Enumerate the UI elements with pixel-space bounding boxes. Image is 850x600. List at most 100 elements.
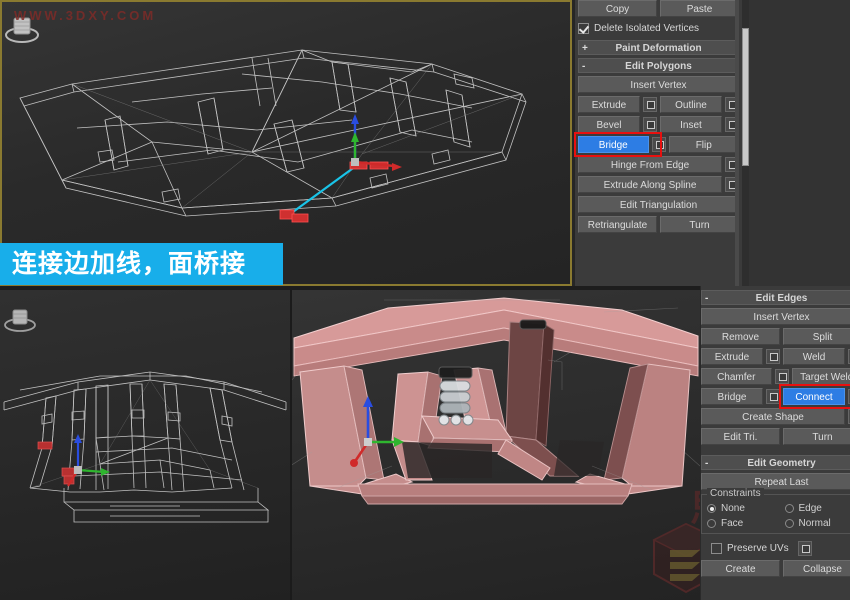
turn-button[interactable]: Turn (660, 216, 739, 233)
constraint-none-radio[interactable]: None (707, 503, 779, 514)
constraint-edge-label: Edge (798, 503, 822, 514)
checkbox-icon (711, 542, 722, 554)
flip-button[interactable]: Flip (668, 136, 739, 153)
radio-icon (784, 504, 794, 513)
radio-icon (784, 519, 794, 528)
extrude-along-spline-button[interactable]: Extrude Along Spline (578, 176, 722, 193)
tutorial-caption-banner: 连接边加线，面桥接 (0, 243, 283, 285)
extrude-outline-row: Extrude Outline (578, 96, 739, 113)
rollout-edit-polygons: - Edit Polygons Insert Vertex Extrude Ou… (574, 58, 739, 233)
radio-icon (707, 519, 716, 528)
constraints-label: Constraints (707, 488, 764, 499)
edit-geometry-title: Edit Geometry (747, 458, 816, 469)
edit-polygons-title: Edit Polygons (625, 61, 692, 72)
create-collapse-row: Create Collapse (701, 560, 850, 577)
collapse-icon: - (582, 61, 586, 72)
constraint-normal-label: Normal (798, 518, 831, 529)
edit-edges-header[interactable]: - Edit Edges (701, 290, 850, 305)
edit-triangulation-button[interactable]: Edit Triangulation (578, 196, 739, 213)
delete-isolated-vertices-label: Delete Isolated Vertices (594, 22, 700, 34)
preserve-uvs-settings-icon[interactable] (797, 540, 812, 556)
constraint-normal-radio[interactable]: Normal (784, 518, 850, 529)
constraint-face-radio[interactable]: Face (707, 518, 779, 529)
turn-button[interactable]: Turn (783, 428, 850, 445)
paste-button[interactable]: Paste (660, 0, 739, 17)
watermark-3dxy: WWW.3DXY.COM (14, 8, 157, 23)
extrude-weld-row: Extrude Weld (701, 348, 850, 365)
rollout-edit-vertices-tail: Copy Paste Delete Isolated Vertices (578, 0, 739, 36)
split-button[interactable]: Split (783, 328, 850, 345)
expand-icon: + (582, 43, 588, 54)
bridge-button[interactable]: Bridge (701, 388, 763, 405)
panel-edge (735, 0, 739, 286)
constraint-none-label: None (721, 503, 745, 514)
remove-button[interactable]: Remove (701, 328, 780, 345)
shaded-model-svg (292, 297, 700, 505)
chamfer-button[interactable]: Chamfer (701, 368, 772, 385)
rollout-edit-edges: - Edit Edges Insert Vertex Remove Split … (701, 286, 850, 445)
hinge-from-edge-button[interactable]: Hinge From Edge (578, 156, 722, 173)
copy-paste-row: Copy Paste (578, 0, 739, 17)
collapse-icon: - (705, 458, 709, 469)
edit-geometry-header[interactable]: - Edit Geometry (701, 455, 850, 470)
panel-background-right (742, 0, 850, 286)
outline-button[interactable]: Outline (660, 96, 722, 113)
bevel-inset-row: Bevel Inset (578, 116, 739, 133)
retriangulate-turn-row: Retriangulate Turn (578, 216, 739, 233)
inset-button[interactable]: Inset (660, 116, 722, 133)
delete-isolated-vertices-checkbox[interactable]: Delete Isolated Vertices (578, 20, 739, 36)
copy-button[interactable]: Copy (578, 0, 657, 17)
insert-vertex-button[interactable]: Insert Vertex (578, 76, 739, 93)
bridge-connect-row: Bridge Connect (701, 384, 850, 409)
extrude-button[interactable]: Extrude (701, 348, 763, 365)
bridge-flip-row: Bridge Flip (574, 132, 739, 157)
collapse-button[interactable]: Collapse (783, 560, 850, 577)
view-gizmo-icon[interactable] (0, 302, 40, 336)
extrude-settings-icon[interactable] (766, 349, 780, 364)
chamfer-target-weld-row: Chamfer Target Weld (701, 368, 850, 385)
constraints-group: Constraints None Edge Face Normal (701, 488, 850, 534)
constraints-radio-grid: None Edge Face Normal (707, 503, 850, 529)
insert-vertex-button[interactable]: Insert Vertex (701, 308, 850, 325)
bridge-button[interactable]: Bridge (578, 136, 649, 153)
remove-split-row: Remove Split (701, 328, 850, 345)
retriangulate-button[interactable]: Retriangulate (578, 216, 657, 233)
checkbox-icon (578, 22, 589, 34)
target-weld-button[interactable]: Target Weld (791, 368, 850, 385)
rollout-paint-deformation: + Paint Deformation (578, 40, 739, 55)
hinge-from-edge-row: Hinge From Edge (578, 156, 739, 173)
preserve-uvs-checkbox[interactable]: Preserve UVs (701, 540, 850, 556)
scrollbar-thumb[interactable] (742, 28, 749, 166)
preserve-uvs-label: Preserve UVs (727, 542, 789, 554)
edit-polygons-header[interactable]: - Edit Polygons (578, 58, 739, 73)
wireframe-front-svg (3, 371, 287, 523)
edit-tri-button[interactable]: Edit Tri. (701, 428, 780, 445)
weld-button[interactable]: Weld (783, 348, 845, 365)
edit-edges-title: Edit Edges (755, 293, 808, 304)
chamfer-settings-icon[interactable] (774, 369, 789, 384)
collapse-icon: - (705, 293, 709, 304)
paint-deformation-header[interactable]: + Paint Deformation (578, 40, 739, 55)
bevel-button[interactable]: Bevel (578, 116, 640, 133)
edit-tri-turn-row: Edit Tri. Turn (701, 428, 850, 445)
command-panel-top: Copy Paste Delete Isolated Vertices + Pa… (574, 0, 742, 286)
extrude-button[interactable]: Extrude (578, 96, 640, 113)
create-shape-row: Create Shape (701, 408, 850, 425)
app-window: 连接边加线，面桥接 WWW.3DXY.COM 思缘设计论坛 WWW.MISSYU… (0, 0, 850, 600)
extrude-settings-icon[interactable] (643, 97, 657, 112)
extrude-along-spline-row: Extrude Along Spline (578, 176, 739, 193)
bridge-settings-icon[interactable] (766, 389, 780, 404)
rollout-edit-geometry: - Edit Geometry Repeat Last Constraints … (701, 455, 850, 577)
constraint-edge-radio[interactable]: Edge (784, 503, 850, 514)
create-button[interactable]: Create (701, 560, 780, 577)
command-panel-bottom: - Edit Edges Insert Vertex Remove Split … (700, 286, 850, 600)
bridge-settings-icon[interactable] (651, 137, 666, 152)
connect-button[interactable]: Connect (783, 388, 845, 405)
constraint-face-label: Face (721, 518, 744, 529)
viewport-front-wireframe[interactable] (0, 290, 290, 600)
bevel-settings-icon[interactable] (643, 117, 657, 132)
viewport-perspective-shaded[interactable] (292, 290, 700, 600)
create-shape-button[interactable]: Create Shape (701, 408, 845, 425)
radio-icon (707, 504, 716, 513)
paint-deformation-title: Paint Deformation (615, 43, 702, 54)
